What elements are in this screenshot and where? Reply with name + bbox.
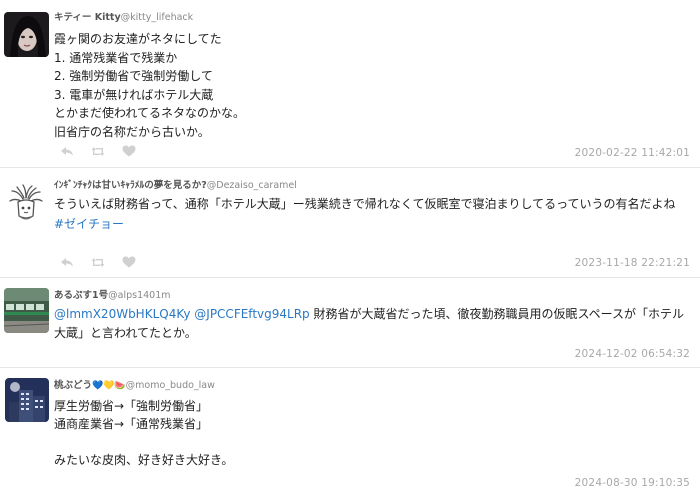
user-handle[interactable]: @alps1401m [108,290,170,301]
like-icon[interactable] [122,256,136,268]
name-emoji: 💙💛🍉 [92,381,126,391]
tweet-timestamp[interactable]: 2024-12-02 06:54:32 [575,348,690,360]
reply-icon[interactable] [60,257,74,268]
retweet-icon[interactable] [91,257,105,268]
avatar[interactable] [5,378,49,422]
tweet-header: あるぷす1号@alps1401m [54,289,171,302]
tweet-card: ｲﾝｷﾞﾝﾁｬｸは甘いｷｬﾗﾒﾙの夢を見るか?@Dezaiso_caramel … [0,168,700,278]
like-icon[interactable] [122,145,136,157]
tweet-timestamp[interactable]: 2020-02-22 11:42:01 [575,147,690,159]
mention-link[interactable]: @JPCCFEftvg94LRp [194,307,309,321]
mention-link[interactable]: @lmmX20WbHKLQ4Ky [54,307,190,321]
tweet-actions [60,145,136,157]
avatar[interactable] [5,182,47,224]
tweet-header: キティー Kitty@kitty_lifehack [54,11,193,24]
reply-icon[interactable] [60,146,74,157]
display-name[interactable]: あるぷす1号 [54,290,108,301]
tweet-header: ｲﾝｷﾞﾝﾁｬｸは甘いｷｬﾗﾒﾙの夢を見るか?@Dezaiso_caramel [54,179,297,192]
display-name[interactable]: ｲﾝｷﾞﾝﾁｬｸは甘いｷｬﾗﾒﾙの夢を見るか? [54,180,207,191]
tweet-card: あるぷす1号@alps1401m @lmmX20WbHKLQ4Ky @JPCCF… [0,278,700,368]
tweet-card: キティー Kitty@kitty_lifehack 霞ヶ関のお友達がネタにしてた… [0,0,700,168]
hashtag-link[interactable]: #ゼイチョー [54,217,124,231]
tweet-text: @lmmX20WbHKLQ4Ky @JPCCFEftvg94LRp 財務省が大蔵… [54,305,692,342]
avatar[interactable] [4,288,49,333]
tweet-text: そういえば財務省って、通称「ホテル大蔵」ー残業続きで帰れなくて仮眠室で寝泊まりし… [54,195,692,234]
tweet-timestamp[interactable]: 2024-08-30 19:10:35 [575,477,690,489]
retweet-icon[interactable] [91,146,105,157]
display-name[interactable]: 桃ぶどう [54,380,92,391]
tweet-text-content: そういえば財務省って、通称「ホテル大蔵」ー残業続きで帰れなくて仮眠室で寝泊まりし… [54,197,676,211]
user-handle[interactable]: @kitty_lifehack [121,12,194,23]
display-name[interactable]: キティー Kitty [54,12,121,23]
avatar[interactable] [4,12,49,57]
tweet-actions [60,256,136,268]
tweet-card: 桃ぶどう💙💛🍉@momo_budo_law 厚生労働省→「強制労働省」 通商産業… [0,368,700,496]
user-handle[interactable]: @momo_budo_law [126,380,215,391]
tweet-text: 厚生労働省→「強制労働省」 通商産業省→「通常残業省」 みたいな皮肉、好き好き大… [54,399,234,467]
tweet-header: 桃ぶどう💙💛🍉@momo_budo_law [54,379,215,393]
user-handle[interactable]: @Dezaiso_caramel [207,180,297,191]
tweet-timestamp[interactable]: 2023-11-18 22:21:21 [575,257,690,269]
tweet-text: 霞ヶ関のお友達がネタにしてた 1. 通常残業省で残業か 2. 強制労働省で強制労… [54,32,246,139]
